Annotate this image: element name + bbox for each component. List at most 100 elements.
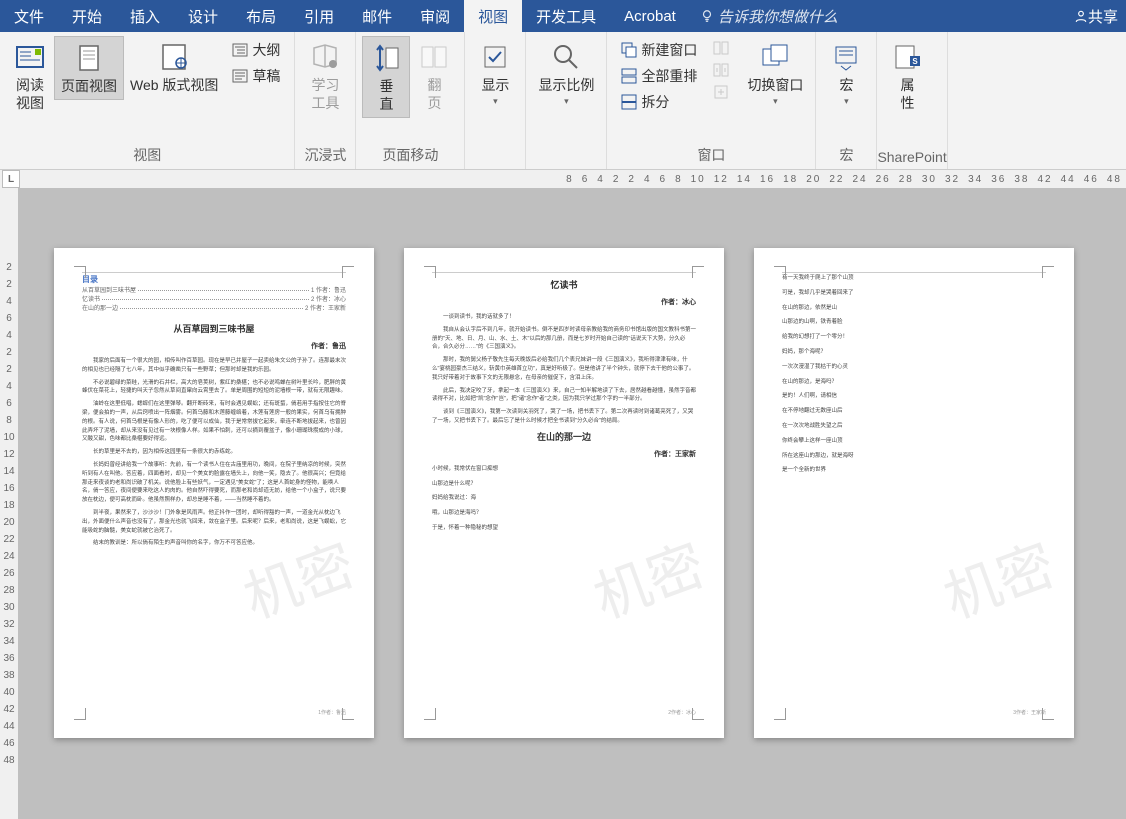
reset-pos-button: [709, 82, 737, 102]
share-button[interactable]: 共享: [1066, 6, 1126, 27]
poem-line: 妈妈，那个海呢？: [782, 348, 1046, 357]
macros-button[interactable]: 宏: [822, 36, 870, 111]
properties-button[interactable]: S 属 性: [883, 36, 931, 116]
tab-references[interactable]: 引用: [290, 0, 348, 32]
read-mode-icon: [13, 40, 47, 74]
print-layout-button[interactable]: 页面视图: [54, 36, 124, 100]
read-mode-button[interactable]: 阅读 视图: [6, 36, 54, 116]
tab-layout[interactable]: 布局: [232, 0, 290, 32]
workspace: 2246422468101214161820222426283032343638…: [0, 188, 1126, 819]
tab-file[interactable]: 文件: [0, 0, 58, 32]
arrange-all-icon: [621, 68, 637, 84]
tab-home[interactable]: 开始: [58, 0, 116, 32]
poem-line: 有一天我终于爬上了那个山顶: [782, 274, 1046, 283]
ruler-horizontal[interactable]: L 86422468101214161820222426283032343638…: [0, 170, 1126, 188]
tab-view[interactable]: 视图: [464, 0, 522, 32]
poem-line: 在不停地翻过无数座山后: [782, 407, 1046, 416]
page-3-footer: 3作者：王家新: [1013, 709, 1046, 716]
paragraph: 那时，我的舅父杨子敬先生每天晚饭后必给我们几个表兄妹讲一段《三国演义》，我听得津…: [432, 356, 696, 382]
properties-label: 属 性: [900, 76, 914, 112]
poem-line: 哦，山那边是海吗？: [432, 509, 696, 518]
article-2-author: 作者：冰心: [432, 297, 696, 307]
paragraph: 长的草里是不去的，因为相传这园里有一条很大的赤练蛇。: [82, 448, 346, 457]
poem-line: 在山的那边，是海吗？: [782, 378, 1046, 387]
show-icon: [478, 40, 512, 74]
outline-button[interactable]: 大纲: [228, 38, 284, 62]
arrange-all-label: 全部重排: [641, 66, 697, 86]
side-label: 翻 页: [427, 76, 441, 112]
menu-bar: 文件 开始 插入 设计 布局 引用 邮件 审阅 视图 开发工具 Acrobat …: [0, 0, 1126, 32]
paragraph: 我家的后面有一个很大的园，相传叫作百草园。现在是早已并屋子一起卖给朱文公的子孙了…: [82, 357, 346, 375]
tab-insert[interactable]: 插入: [116, 0, 174, 32]
poem-line: 一次次漫湿了我枯干的心灵: [782, 363, 1046, 372]
paragraph: 此后，我决定咬了牙，拿起一本《三国演义》来，自己一知半解地读了下去，居然越看越懂…: [432, 387, 696, 405]
zoom-label: 显示比例: [538, 76, 594, 94]
article-3-title: 在山的那一边: [432, 430, 696, 443]
show-button[interactable]: 显示: [471, 36, 519, 111]
web-layout-label: Web 版式视图: [130, 76, 218, 94]
group-sharepoint: S 属 性 SharePoint: [877, 32, 947, 169]
new-window-icon: [621, 42, 637, 58]
page-3: 有一天我终于爬上了那个山顶可是，我却几乎是哭着回来了在山的那边，依然是山山那边的…: [754, 248, 1074, 738]
tab-developer[interactable]: 开发工具: [522, 0, 610, 32]
toc-entry: 在山的那一边2 作者：王家新: [82, 303, 346, 312]
group-sharepoint-label: SharePoint: [877, 147, 946, 169]
page-1-footer: 1作者：鲁迅: [318, 709, 346, 716]
svg-text:S: S: [913, 57, 919, 66]
poem-line: 小时候，我常伏在窗口痴想: [432, 465, 696, 474]
article-2-title: 忆读书: [432, 278, 696, 291]
paragraph: 长妈妈曾经讲给我一个故事听：先前，有一个读书人住在古庙里用功，晚间，在院子里纳凉…: [82, 461, 346, 505]
switch-windows-button[interactable]: 切换窗口: [741, 36, 809, 111]
draft-label: 草稿: [252, 66, 280, 86]
draft-button[interactable]: 草稿: [228, 64, 284, 88]
tab-design[interactable]: 设计: [174, 0, 232, 32]
poem-line: 给我的幻想打了一个零分！: [782, 333, 1046, 342]
toc-heading: 目录: [82, 274, 346, 285]
tab-mailings[interactable]: 邮件: [348, 0, 406, 32]
group-immersive-label: 沉浸式: [295, 143, 355, 169]
paragraph: 不必说碧绿的菜畦，光滑的石井栏，高大的皂荚树，紫红的桑椹；也不必说鸣蝉在树叶里长…: [82, 379, 346, 397]
toc-entry: 从百草园到三味书屋1 作者：鲁迅: [82, 285, 346, 294]
zoom-button[interactable]: 显示比例: [532, 36, 600, 111]
ruler-corner: L: [2, 170, 20, 188]
vertical-button[interactable]: 垂 直: [362, 36, 410, 118]
page-area[interactable]: 目录 从百草园到三味书屋1 作者：鲁迅忆读书2 作者：冰心在山的那一边2 作者：…: [18, 188, 1126, 819]
new-window-button[interactable]: 新建窗口: [617, 38, 701, 62]
poem-line: 山那边是什么呢？: [432, 480, 696, 489]
poem-line: 你终会攀上这样一座山顶: [782, 437, 1046, 446]
learning-tools-label: 学习 工具: [311, 76, 339, 112]
side-icon: [417, 40, 451, 74]
paragraph: 到半夜，果然来了，沙沙沙！门外象是风雨声。他正抖作一团时，却听得豁的一声，一道金…: [82, 509, 346, 535]
watermark: 机密: [932, 520, 1065, 634]
watermark: 机密: [582, 520, 715, 634]
ruler-h-numbers: 8642246810121416182022242628303234363842…: [566, 174, 1122, 185]
ruler-vertical[interactable]: 2246422468101214161820222426283032343638…: [0, 188, 18, 819]
switch-windows-icon: [758, 40, 792, 74]
group-macros-label: 宏: [816, 143, 876, 169]
split-button[interactable]: 拆分: [617, 90, 701, 114]
tell-me[interactable]: 告诉我你想做什么: [700, 6, 838, 27]
poem-line: 是一个全新的世界: [782, 466, 1046, 475]
ribbon: 阅读 视图 页面视图 Web 版式视图 大纲 草稿 视图 学习 工具 沉浸式: [0, 32, 1126, 170]
sync-scroll-button: [709, 60, 737, 80]
tab-review[interactable]: 审阅: [406, 0, 464, 32]
arrange-all-button[interactable]: 全部重排: [617, 64, 701, 88]
tab-acrobat[interactable]: Acrobat: [610, 0, 690, 32]
read-mode-label: 阅读 视图: [16, 76, 44, 112]
group-views: 阅读 视图 页面视图 Web 版式视图 大纲 草稿 视图: [0, 32, 295, 169]
group-window-label: 窗口: [607, 143, 815, 169]
page-1: 目录 从百草园到三味书屋1 作者：鲁迅忆读书2 作者：冰心在山的那一边2 作者：…: [54, 248, 374, 738]
properties-icon: S: [890, 40, 924, 74]
group-page-movement-label: 页面移动: [356, 143, 464, 169]
page-2: 忆读书 作者：冰心 一谈到读书，我的话就多了！我自从会认字后不到几年，就开始读书…: [404, 248, 724, 738]
zoom-icon: [549, 40, 583, 74]
split-label: 拆分: [641, 92, 669, 112]
paragraph: 我自从会认字后不到几年，就开始读书。倒不是四岁时读母亲教给我的商务印书馆出版的国…: [432, 326, 696, 352]
group-page-movement: 垂 直 翻 页 页面移动: [356, 32, 465, 169]
paragraph: 结末的教训是：所以倘有陌生的声音叫你的名字，你万不可答应他。: [82, 539, 346, 548]
poem-line: 在山的那边，依然是山: [782, 304, 1046, 313]
web-layout-button[interactable]: Web 版式视图: [124, 36, 224, 98]
macros-icon: [829, 40, 863, 74]
draft-icon: [232, 68, 248, 84]
learning-tools-icon: [308, 40, 342, 74]
